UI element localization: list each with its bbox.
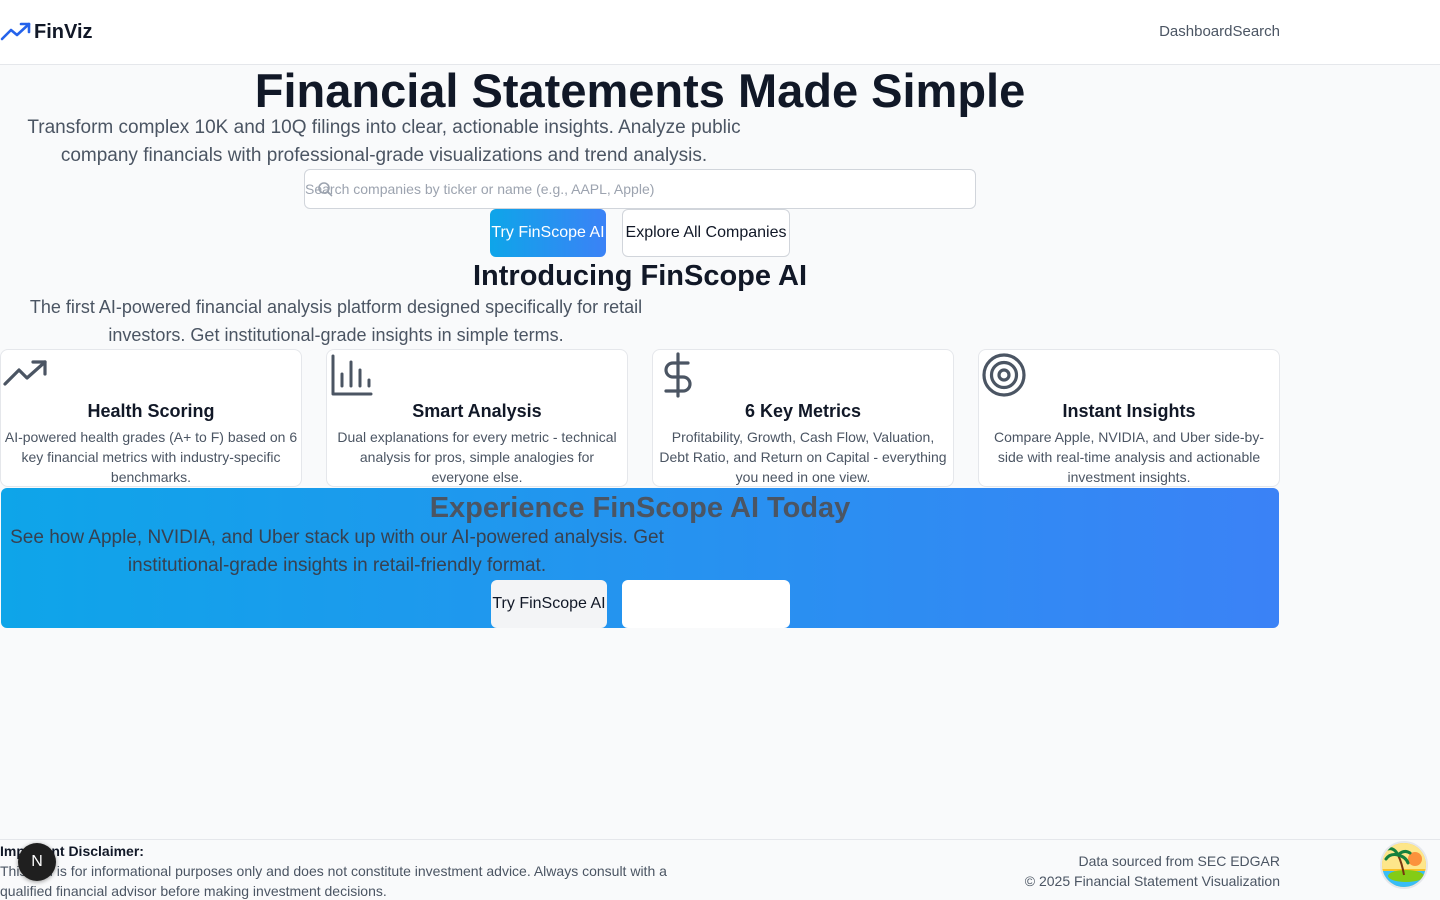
feature-title: Smart Analysis — [412, 401, 542, 421]
intro-subtitle: The first AI-powered financial analysis … — [29, 297, 643, 345]
nav-search-link[interactable]: Search — [1232, 23, 1280, 40]
main-nav: Dashboard Search — [1159, 23, 1280, 40]
feature-title: 6 Key Metrics — [744, 401, 862, 421]
hero-subtitle: Transform complex 10K and 10Q filings in… — [27, 117, 741, 166]
brand-logo[interactable]: FinViz — [0, 20, 93, 44]
target-icon — [982, 353, 1026, 397]
intro-title: Introducing FinScope AI — [472, 260, 808, 292]
brand-name: FinViz — [34, 20, 93, 43]
hero-title: Financial Statements Made Simple — [254, 64, 1026, 117]
explore-companies-button[interactable]: Explore All Companies — [622, 209, 790, 257]
page-footer: Important Disclaimer: This tool is for i… — [0, 839, 1440, 900]
feature-description: Compare Apple, NVIDIA, and Uber side-by-… — [993, 429, 1264, 485]
trending-up-icon — [3, 360, 47, 386]
feature-card-smart-analysis: Smart Analysis Dual explanations for eve… — [326, 349, 628, 487]
feature-card-health-scoring: Health Scoring AI-powered health grades … — [0, 349, 302, 487]
copyright-text: © 2025 Financial Statement Visualization — [1024, 873, 1280, 889]
feature-description: Profitability, Growth, Cash Flow, Valuat… — [659, 429, 947, 485]
dollar-icon — [664, 352, 692, 398]
feature-description: AI-powered health grades (A+ to F) based… — [4, 429, 298, 485]
feature-description: Dual explanations for every metric - tec… — [337, 429, 617, 485]
footer-credits: Data sourced from SEC EDGAR © 2025 Finan… — [1025, 851, 1280, 891]
cta-banner: Experience FinScope AI Today See how App… — [1, 488, 1279, 628]
trending-up-icon — [0, 22, 31, 41]
cta-title: Experience FinScope AI Today — [429, 492, 851, 524]
disclaimer-text: This tool is for informational purposes … — [0, 863, 667, 899]
dev-tools-badge[interactable]: N — [18, 843, 56, 881]
data-source-text: Data sourced from SEC EDGAR — [1078, 853, 1280, 869]
feature-card-key-metrics: 6 Key Metrics Profitability, Growth, Cas… — [652, 349, 954, 487]
feature-card-instant-insights: Instant Insights Compare Apple, NVIDIA, … — [978, 349, 1280, 487]
cta-subtitle: See how Apple, NVIDIA, and Uber stack up… — [10, 527, 664, 576]
nav-dashboard-link[interactable]: Dashboard — [1159, 23, 1232, 40]
bar-chart-icon — [331, 354, 373, 396]
top-navbar: FinViz Dashboard Search — [0, 0, 1440, 65]
user-avatar[interactable] — [1380, 841, 1428, 889]
search-input[interactable] — [305, 170, 975, 208]
company-search — [304, 169, 976, 209]
feature-title: Health Scoring — [87, 401, 215, 421]
try-finscope-button[interactable]: Try FinScope AI — [490, 209, 606, 257]
cta-try-finscope-button[interactable]: Try FinScope AI — [491, 580, 607, 628]
feature-title: Instant Insights — [1062, 401, 1196, 421]
cta-secondary-button[interactable] — [622, 580, 790, 628]
